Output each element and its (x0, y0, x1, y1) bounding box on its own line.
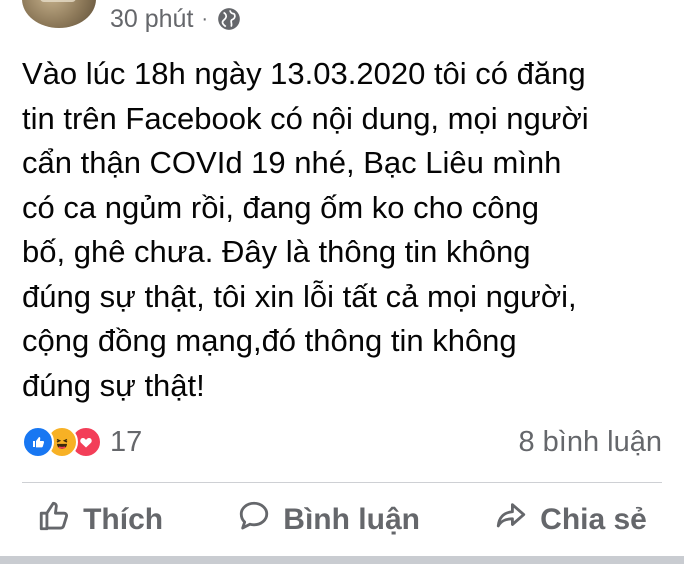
share-label: Chia sẻ (540, 503, 647, 536)
comment-count[interactable]: 8 bình luận (518, 426, 662, 459)
share-button[interactable]: Chia sẻ (484, 495, 657, 545)
globe-icon[interactable] (216, 6, 242, 32)
post-meta: 30 phút · (110, 2, 242, 36)
post-text: Vào lúc 18h ngày 13.03.2020 tôi có đăng … (22, 56, 589, 403)
share-icon (494, 499, 528, 541)
comment-icon (237, 499, 271, 541)
comment-label: Bình luận (283, 503, 420, 536)
reactions-summary[interactable]: 17 (22, 426, 142, 459)
comment-button[interactable]: Bình luận (227, 495, 430, 545)
thumbs-up-icon (37, 499, 71, 541)
feed-separator (0, 556, 684, 564)
post-time[interactable]: 30 phút (110, 5, 193, 34)
post-stats: 17 8 bình luận (22, 420, 662, 464)
like-label: Thích (83, 503, 164, 536)
like-button[interactable]: Thích (27, 495, 173, 545)
avatar[interactable] (22, 0, 96, 28)
like-icon (22, 426, 54, 458)
reaction-count: 17 (110, 425, 143, 458)
divider (22, 482, 662, 483)
meta-separator: · (201, 7, 209, 30)
action-bar: Thích Bình luận Chia sẻ (0, 494, 684, 546)
